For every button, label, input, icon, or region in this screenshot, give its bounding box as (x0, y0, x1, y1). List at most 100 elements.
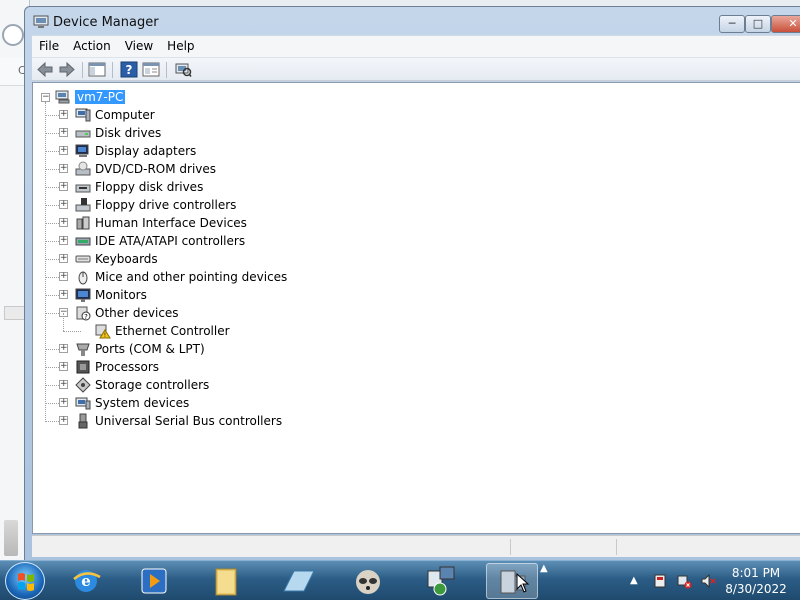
device-manager-window: Device Manager ─ □ ✕ File Action View Help … (24, 6, 800, 562)
tree-item-label: Ethernet Controller (115, 324, 230, 338)
tray-volume-muted-icon[interactable] (700, 573, 716, 589)
tree-item-display-adapters[interactable]: Display adapters (95, 142, 196, 160)
expand-toggle-human-interface-devices[interactable]: + (59, 218, 68, 227)
expand-toggle-dvd-cd-rom-drives[interactable]: + (59, 164, 68, 173)
hid-icon (76, 216, 90, 230)
scan-hardware-icon[interactable] (174, 61, 192, 78)
tray-device-icon[interactable] (652, 573, 668, 589)
tree-item-disk-drives[interactable]: Disk drives (95, 124, 161, 142)
taskbar-network-tool[interactable] (414, 563, 466, 599)
taskbar-media-player[interactable] (128, 563, 180, 599)
maximize-button[interactable]: □ (745, 15, 771, 33)
media-player-icon (141, 568, 167, 594)
system-clock[interactable]: 8:01 PM 8/30/2022 (718, 565, 794, 597)
tree-item-floppy-disk-drives[interactable]: Floppy disk drives (95, 178, 203, 196)
tree-root[interactable]: vm7-PC (75, 88, 126, 106)
expand-toggle-ports-com-lpt[interactable]: + (59, 344, 68, 353)
expand-toggle-monitors[interactable]: + (59, 290, 68, 299)
tree-item-dvd-cd-rom-drives[interactable]: DVD/CD-ROM drives (95, 160, 216, 178)
menu-action[interactable]: Action (66, 36, 118, 56)
tree-item-keyboards[interactable]: Keyboards (95, 250, 158, 268)
tree-item-label: Storage controllers (95, 378, 210, 392)
keyboard-icon (75, 255, 91, 263)
svg-text:?: ? (84, 313, 88, 321)
mouse-icon (78, 271, 88, 285)
tree-item-label: Computer (95, 108, 155, 122)
back-icon[interactable] (36, 61, 54, 78)
tree-item-label: Universal Serial Bus controllers (95, 414, 283, 428)
file-explorer-icon (215, 568, 237, 596)
taskbar-raccoon-app[interactable] (342, 563, 394, 599)
menu-bar: File Action View Help (32, 35, 800, 57)
tree-item-label: DVD/CD-ROM drives (95, 162, 217, 176)
tree-item-label: Mice and other pointing devices (95, 270, 288, 284)
tree-item-storage-controllers[interactable]: Storage controllers (95, 376, 209, 394)
forward-icon[interactable] (58, 61, 76, 78)
tree-item-label: Processors (95, 360, 160, 374)
tree-item-monitors[interactable]: Monitors (95, 286, 147, 304)
tree-item-label: Monitors (95, 288, 147, 302)
tree-item-label: Disk drives (95, 126, 162, 140)
processor-icon (76, 360, 90, 374)
start-button[interactable] (5, 562, 45, 600)
tree-item-ethernet-controller[interactable]: Ethernet Controller (115, 322, 230, 340)
close-button[interactable]: ✕ (771, 15, 800, 33)
taskbar-notepad[interactable] (272, 563, 324, 599)
mouse-cursor-icon (516, 573, 530, 593)
expand-toggle-storage-controllers[interactable]: + (59, 380, 68, 389)
expand-toggle-floppy-disk-drives[interactable]: + (59, 182, 68, 191)
clock-time: 8:01 PM (731, 566, 781, 580)
tree-item-ports-com-lpt[interactable]: Ports (COM & LPT) (95, 340, 205, 358)
root-collapse-toggle[interactable]: − (41, 93, 50, 102)
tray-network-icon[interactable] (676, 573, 692, 589)
tree-item-ide-ata-atapi-controllers[interactable]: IDE ATA/ATAPI controllers (95, 232, 245, 250)
internet-explorer-icon: e (73, 570, 101, 592)
tray-expand-arrow-icon[interactable]: ▲ (630, 575, 638, 586)
status-bar (32, 535, 800, 557)
expand-toggle-system-devices[interactable]: + (59, 398, 68, 407)
expand-toggle-floppy-drive-controllers[interactable]: + (59, 200, 68, 209)
expand-toggle-disk-drives[interactable]: + (59, 128, 68, 137)
taskbar-file-explorer[interactable] (200, 563, 252, 599)
title-bar[interactable]: Device Manager ─ □ ✕ (25, 7, 800, 35)
tree-item-mice-and-other-pointing-devices[interactable]: Mice and other pointing devices (95, 268, 287, 286)
help-icon[interactable]: ? (120, 61, 138, 78)
tree-item-label: Floppy drive controllers (95, 198, 237, 212)
notepad-icon (283, 570, 315, 592)
computer-root-icon (55, 90, 70, 104)
expand-toggle-universal-serial-bus-controllers[interactable]: + (59, 416, 68, 425)
properties-icon[interactable] (142, 61, 160, 78)
menu-view[interactable]: View (118, 36, 160, 56)
expand-toggle-mice-and-other-pointing-devices[interactable]: + (59, 272, 68, 281)
tree-item-label: Human Interface Devices (95, 216, 247, 230)
tree-item-floppy-drive-controllers[interactable]: Floppy drive controllers (95, 196, 236, 214)
ide-controller-icon (75, 237, 91, 246)
background-scroll-thumb[interactable] (4, 520, 18, 556)
menu-help[interactable]: Help (160, 36, 201, 56)
storage-controller-icon (75, 377, 91, 393)
expand-toggle-processors[interactable]: + (59, 362, 68, 371)
minimize-button[interactable]: ─ (719, 15, 745, 33)
status-pane-divider (510, 539, 511, 555)
toolbar-separator (82, 62, 83, 78)
expand-toggle-ide-ata-atapi-controllers[interactable]: + (59, 236, 68, 245)
expand-toggle-keyboards[interactable]: + (59, 254, 68, 263)
show-hide-console-tree-icon[interactable] (88, 61, 106, 78)
expand-toggle-display-adapters[interactable]: + (59, 146, 68, 155)
show-hidden-icons-chevron-icon[interactable]: ▲ (540, 563, 548, 574)
tree-item-universal-serial-bus-controllers[interactable]: Universal Serial Bus controllers (95, 412, 282, 430)
warning-device-icon: ! (95, 324, 111, 339)
tree-item-processors[interactable]: Processors (95, 358, 159, 376)
tree-root-label: vm7-PC (75, 90, 126, 104)
disk-drive-icon (75, 130, 91, 138)
menu-file[interactable]: File (32, 36, 66, 56)
device-manager-icon (500, 570, 526, 594)
taskbar-internet-explorer[interactable]: e (60, 563, 112, 599)
tree-item-other-devices[interactable]: Other devices (95, 304, 179, 322)
tree-item-human-interface-devices[interactable]: Human Interface Devices (95, 214, 247, 232)
tree-item-system-devices[interactable]: System devices (95, 394, 189, 412)
tree-item-computer[interactable]: Computer (95, 106, 155, 124)
expand-toggle-computer[interactable]: + (59, 110, 68, 119)
tree-item-label: Keyboards (95, 252, 158, 266)
taskbar-device-manager[interactable] (486, 563, 538, 599)
